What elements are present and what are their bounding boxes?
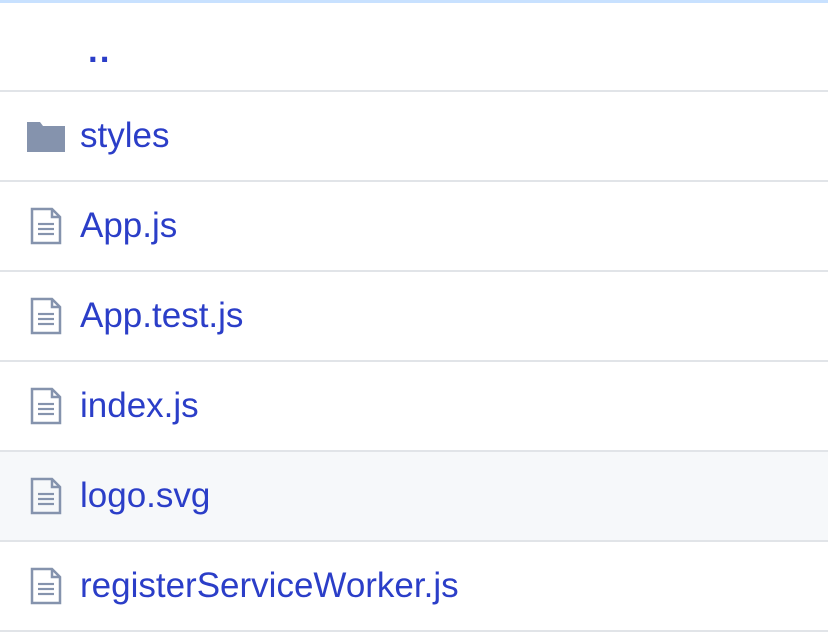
item-link[interactable]: App.js xyxy=(80,208,177,243)
item-link[interactable]: App.test.js xyxy=(80,298,243,333)
list-item-register-service-worker-js[interactable]: registerServiceWorker.js xyxy=(0,542,828,632)
item-link[interactable]: logo.svg xyxy=(80,478,210,513)
file-text-icon xyxy=(26,476,66,516)
file-text-icon xyxy=(26,206,66,246)
item-link[interactable]: styles xyxy=(80,118,169,153)
list-item-styles[interactable]: styles xyxy=(0,92,828,182)
file-text-icon xyxy=(26,296,66,336)
list-item-index-js[interactable]: index.js xyxy=(0,362,828,452)
item-link[interactable]: index.js xyxy=(80,388,199,423)
file-text-icon xyxy=(26,386,66,426)
file-text-icon xyxy=(26,566,66,606)
list-item-app-js[interactable]: App.js xyxy=(0,182,828,272)
item-link[interactable]: registerServiceWorker.js xyxy=(80,568,459,603)
parent-directory-row[interactable]: .. xyxy=(0,3,828,92)
list-item-logo-svg[interactable]: logo.svg xyxy=(0,452,828,542)
file-list: .. styles App.js App.test.js index.js lo… xyxy=(0,0,828,641)
folder-icon xyxy=(26,116,66,156)
list-item-app-test-js[interactable]: App.test.js xyxy=(0,272,828,362)
parent-directory-link[interactable]: .. xyxy=(88,33,111,68)
